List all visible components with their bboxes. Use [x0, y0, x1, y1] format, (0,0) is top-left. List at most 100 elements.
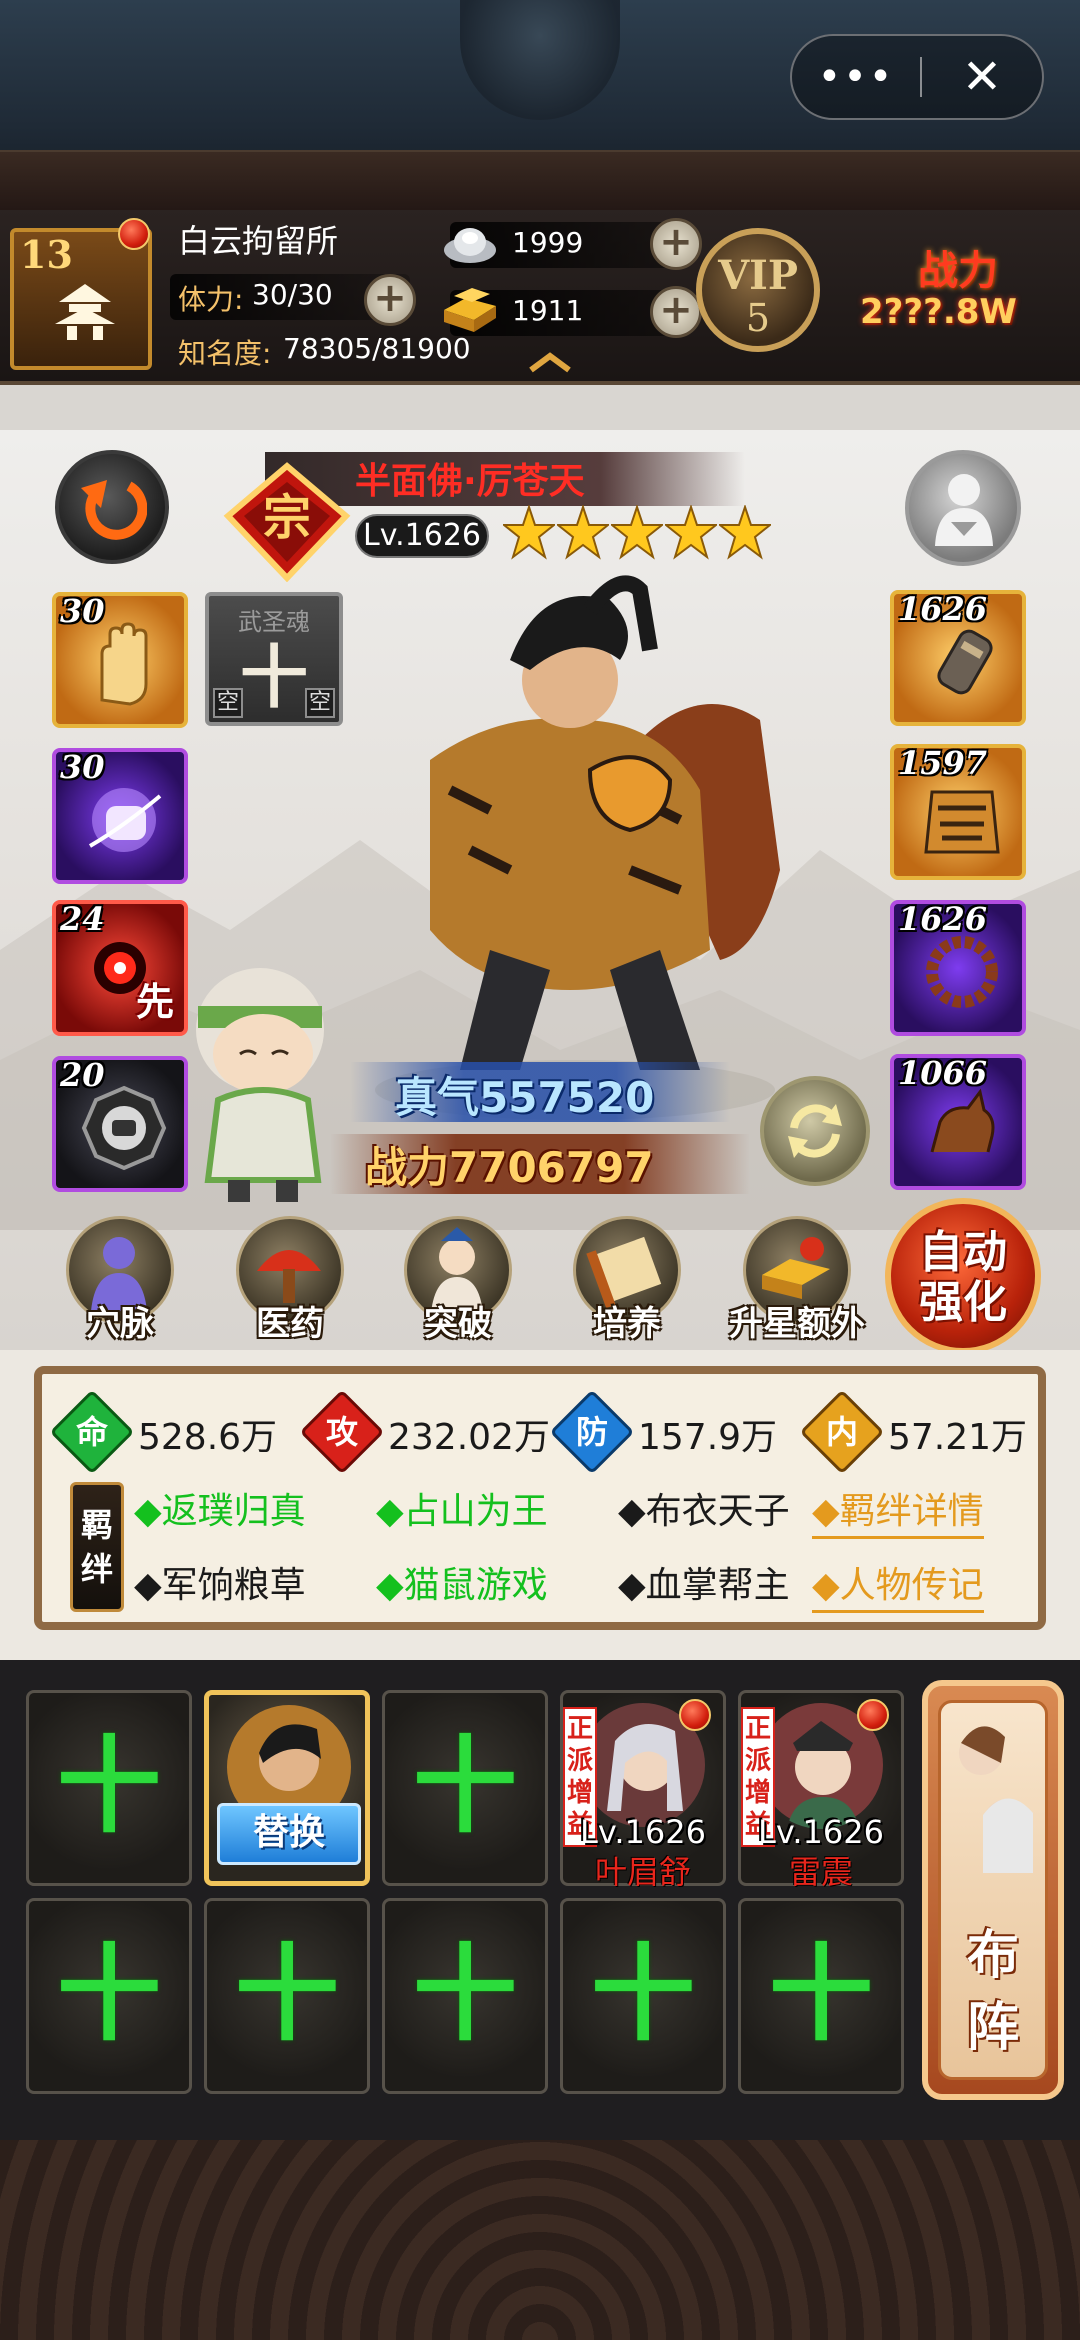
add-member-icon: 十 [768, 1933, 873, 2055]
bond-tag-line2: 绊 [80, 1550, 113, 1588]
hero-level: Lv.1626 [355, 514, 489, 558]
skill-slot-1[interactable]: 30 [52, 592, 188, 728]
combat-power-badge: 战力 2???.8W [860, 238, 1072, 348]
medicine-button[interactable]: 医药 [228, 1200, 352, 1350]
bond-tag: 羁 绊 [70, 1482, 124, 1612]
add-stamina-button[interactable]: + [364, 274, 416, 326]
mini-program-capsule: ••• ✕ [790, 34, 1044, 120]
bottom-decoration [0, 2140, 1080, 2340]
auto-enhance-line2: 强化 [919, 1277, 1007, 1328]
more-button[interactable]: ••• [792, 34, 920, 120]
divider-strip [0, 385, 1080, 430]
notification-dot [857, 1699, 889, 1731]
bond-item: ◆军饷粮草 [134, 1565, 306, 1606]
refresh-icon [788, 1104, 842, 1158]
lineup-slot-empty[interactable]: 十 [26, 1898, 192, 2094]
pagoda-icon [55, 284, 115, 340]
empty-slot-left: 空 [213, 688, 243, 718]
roof-ornament [460, 0, 620, 120]
auto-enhance-label: 自动 强化 [891, 1228, 1035, 1328]
lineup-slot-current[interactable]: 替换 [204, 1690, 370, 1886]
lineup-slot-empty[interactable]: 十 [560, 1898, 726, 2094]
add-member-icon: 十 [56, 1725, 161, 1847]
equipment-slot-3[interactable]: 1626 [890, 900, 1026, 1036]
grade-badge: 宗 [223, 462, 351, 582]
bond-item: ◆布衣天子 [618, 1491, 790, 1532]
member-level: Lv.1626 [758, 1813, 884, 1851]
vip-label: VIP [718, 252, 798, 299]
biography-link[interactable]: ◆人物传记 [812, 1556, 984, 1613]
skill-slot-2[interactable]: 30 [52, 748, 188, 884]
bond-item: ◆返璞归真 [134, 1491, 306, 1532]
cultivate-button[interactable]: 培养 [565, 1200, 689, 1350]
formation-line2: 阵 [966, 1998, 1019, 2058]
inner-value: 57.21万 [888, 1417, 1028, 1458]
equipment-slot-2[interactable]: 1597 [890, 744, 1026, 880]
lineup-slot-member[interactable]: 正派增益 Lv.1626 雷震 [738, 1690, 904, 1891]
vip-badge[interactable]: VIP 5 [696, 228, 820, 352]
lineup-slot-member[interactable]: 正派增益 Lv.1626 叶眉舒 [560, 1690, 726, 1891]
lineup-slot-empty[interactable]: 十 [204, 1898, 370, 2094]
star-icon [611, 505, 663, 560]
breakthrough-button[interactable]: 突破 [396, 1200, 520, 1350]
silver-ingot-icon [444, 228, 496, 263]
notification-dot [118, 218, 150, 250]
swap-button[interactable]: 替换 [217, 1803, 361, 1865]
hero-name: 半面佛·厉苍天 [355, 461, 585, 502]
lineup-slot-empty[interactable]: 十 [382, 1898, 548, 2094]
switch-hero-button[interactable] [760, 1076, 870, 1186]
star-icon [557, 505, 609, 560]
lineup-slot-empty[interactable]: 十 [26, 1690, 192, 1886]
meridian-label: 穴脉 [86, 1304, 154, 1344]
star-rating [503, 505, 773, 565]
add-member-icon: 十 [234, 1933, 339, 2055]
add-silver-button[interactable]: + [650, 218, 702, 270]
attack-value: 232.02万 [388, 1417, 550, 1458]
hero-power-value: 战力7706797 [365, 1143, 654, 1192]
breakthrough-label: 突破 [424, 1304, 492, 1344]
equipment-slot-4[interactable]: 1066 [890, 1054, 1026, 1190]
cultivate-label: 培养 [593, 1304, 661, 1344]
add-member-icon: 十 [56, 1933, 161, 2055]
star-icon [719, 505, 771, 560]
lineup-slot-empty[interactable]: 十 [382, 1690, 548, 1886]
auto-enhance-button[interactable]: 自动 强化 [885, 1198, 1041, 1354]
chevron-up-icon[interactable] [525, 350, 575, 374]
hp-char: 命 [75, 1413, 108, 1451]
combat-power-value: 2???.8W [860, 292, 1017, 332]
star-icon [665, 505, 717, 560]
add-member-icon: 十 [412, 1725, 517, 1847]
fame-value: 78305/81900 [283, 332, 471, 365]
meridian-button[interactable]: 穴脉 [58, 1200, 182, 1350]
stamina-value: 30/30 [252, 278, 333, 311]
prison-name: 白云拘留所 [178, 222, 339, 260]
medicine-label: 医药 [256, 1304, 324, 1344]
heroes-group-icon [959, 1726, 1033, 1873]
star-upgrade-button[interactable]: 升星额外 [729, 1200, 865, 1350]
prayer-beads-icon [926, 936, 998, 1008]
bagua-icon [81, 1085, 167, 1171]
formation-button[interactable]: 布 阵 [922, 1680, 1064, 2100]
bond-item: ◆血掌帮主 [618, 1565, 790, 1606]
back-button[interactable] [55, 450, 169, 564]
bond-tag-line1: 羁 [80, 1506, 113, 1544]
hp-value: 528.6万 [138, 1417, 278, 1458]
member-level: Lv.1626 [580, 1813, 706, 1851]
vip-level: 5 [745, 296, 771, 340]
equipment-slot-1[interactable]: 1626 [890, 590, 1026, 726]
qi-value: 真气557520 [395, 1073, 655, 1122]
tiger-armor-icon [924, 790, 1000, 854]
close-button[interactable]: ✕ [922, 34, 1042, 120]
lineup-slot-empty[interactable]: 十 [738, 1898, 904, 2094]
formation-line1: 布 [966, 1926, 1019, 1986]
star-icon [503, 505, 555, 560]
bond-item: ◆猫鼠游戏 [376, 1565, 548, 1606]
defense-char: 防 [575, 1413, 608, 1451]
monk-avatar-button[interactable] [905, 450, 1021, 566]
inner-char: 内 [825, 1413, 858, 1451]
add-gold-button[interactable]: + [650, 286, 702, 338]
martial-soul-slot[interactable]: 武圣魂 十 空 空 [205, 592, 343, 726]
member-name: 雷震 [788, 1853, 853, 1891]
roof-beam [0, 150, 1080, 210]
bond-details-link[interactable]: ◆羁绊详情 [812, 1482, 984, 1539]
